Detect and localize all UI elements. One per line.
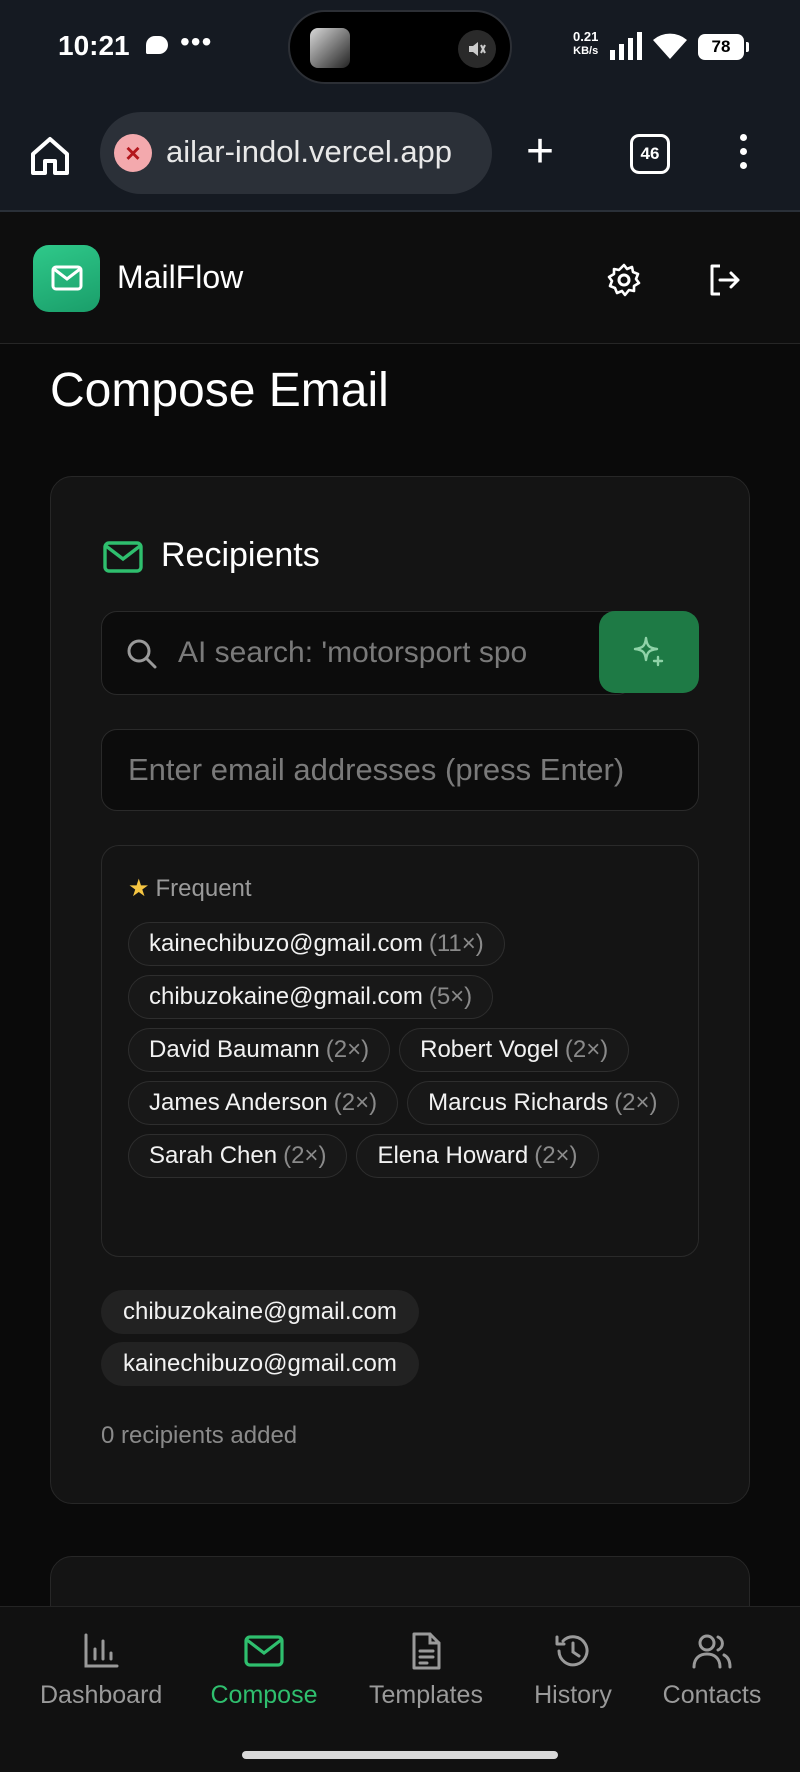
suggested-recipients: chibuzokaine@gmail.com kainechibuzo@gmai… (101, 1290, 501, 1394)
dynamic-island (288, 10, 512, 84)
document-icon (412, 1632, 441, 1670)
mail-icon (103, 541, 143, 573)
users-icon (692, 1634, 732, 1669)
logout-icon[interactable] (706, 262, 742, 298)
search-icon (127, 639, 157, 669)
frequent-contacts-panel: ★ Frequent kainechibuzo@gmail.com (11×) ch… (101, 845, 699, 1257)
recipients-card: Recipients ★Frequent kainechibuzo@gmail.… (50, 476, 750, 1504)
new-tab-icon[interactable]: + (526, 128, 554, 176)
frequent-chip[interactable]: kainechibuzo@gmail.com (11×) (128, 922, 505, 966)
ai-search-button[interactable] (599, 611, 699, 693)
frequent-chip[interactable]: Sarah Chen (2×) (128, 1134, 348, 1178)
connection-error-icon[interactable]: × (114, 134, 152, 172)
recipients-heading: Recipients (161, 536, 320, 574)
history-icon (555, 1635, 589, 1667)
frequent-chip[interactable]: Robert Vogel (2×) (399, 1028, 630, 1072)
nav-history[interactable]: History (530, 1631, 616, 1710)
more-notifications-icon: ••• (180, 26, 213, 57)
mailflow-logo (33, 245, 100, 312)
battery-icon: 78 (698, 34, 749, 60)
ai-search-input[interactable] (178, 612, 618, 694)
browser-menu-icon[interactable] (740, 134, 748, 176)
mute-icon (458, 30, 496, 68)
app-title: MailFlow (117, 259, 244, 295)
address-bar[interactable]: × ailar-indol.vercel.app (100, 112, 492, 194)
status-bar: 10:21 ••• 0.21 KB/s 78 (0, 0, 800, 94)
page-title: Compose Email (50, 364, 389, 417)
star-icon: ★ (128, 875, 150, 902)
home-icon[interactable] (28, 134, 72, 178)
frequent-chip[interactable]: Elena Howard (2×) (356, 1134, 599, 1178)
browser-toolbar: × ailar-indol.vercel.app + 46 (0, 94, 800, 212)
gear-icon[interactable] (606, 262, 642, 298)
bottom-navigation: Dashboard Compose Templates History Cont… (0, 1606, 800, 1772)
app-header: MailFlow (0, 212, 800, 344)
frequent-label: ★ Frequent (128, 875, 252, 902)
ai-search-field[interactable] (101, 611, 633, 695)
recipient-chip[interactable]: chibuzokaine@gmail.com (101, 1290, 419, 1334)
bar-chart-icon (84, 1633, 119, 1668)
network-speed: 0.21 KB/s (573, 29, 599, 58)
home-indicator[interactable] (242, 1751, 558, 1759)
status-time: 10:21 (58, 30, 130, 61)
message-icon (146, 36, 168, 54)
recipient-count: 0 recipients added (101, 1422, 298, 1449)
media-thumbnail (310, 28, 350, 68)
recipient-chip[interactable]: kainechibuzo@gmail.com (101, 1342, 419, 1386)
email-address-input[interactable] (128, 730, 688, 810)
tab-switcher-button[interactable]: 46 (630, 134, 670, 174)
email-entry-field[interactable] (101, 729, 699, 811)
nav-contacts[interactable]: Contacts (660, 1631, 764, 1710)
frequent-chip[interactable]: James Anderson (2×) (128, 1081, 399, 1125)
sparkle-icon (633, 636, 664, 667)
wifi-icon (653, 33, 687, 59)
nav-compose[interactable]: Compose (208, 1631, 320, 1710)
frequent-chip[interactable]: chibuzokaine@gmail.com (5×) (128, 975, 494, 1019)
signal-icon (610, 32, 642, 60)
url-text[interactable]: ailar-indol.vercel.app (166, 134, 452, 170)
mail-icon (244, 1635, 284, 1667)
frequent-chip[interactable]: David Baumann (2×) (128, 1028, 391, 1072)
nav-templates[interactable]: Templates (366, 1631, 486, 1710)
frequent-chip[interactable]: Marcus Richards (2×) (407, 1081, 679, 1125)
frequent-chip-list: kainechibuzo@gmail.com (11×) chibuzokaine… (128, 922, 688, 1178)
nav-dashboard[interactable]: Dashboard (40, 1631, 162, 1710)
